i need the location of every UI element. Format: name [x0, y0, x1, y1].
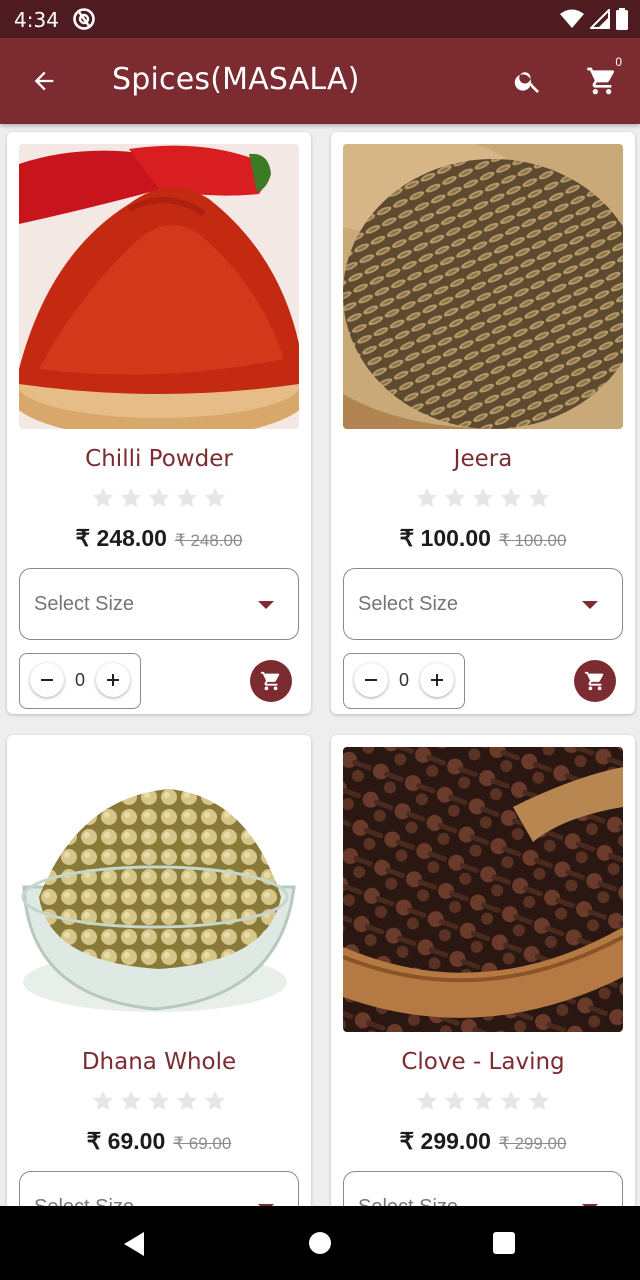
nav-home-icon[interactable]: [309, 1232, 331, 1254]
rating-stars: [331, 1089, 635, 1113]
star-icon: [529, 488, 549, 508]
star-icon: [473, 488, 493, 508]
star-icon: [417, 488, 437, 508]
decrement-button[interactable]: [30, 663, 64, 697]
cart-count-badge: 0: [615, 55, 622, 69]
increment-button[interactable]: [96, 663, 130, 697]
star-icon: [121, 1091, 141, 1111]
product-image-jeera[interactable]: [343, 144, 623, 429]
price: ₹ 299.00: [399, 1128, 491, 1154]
size-select-label: Select Size: [358, 593, 459, 615]
product-card[interactable]: Jeera ₹ 100.00 ₹ 100.00 Select Size 0: [331, 132, 635, 714]
battery-icon: [616, 8, 628, 30]
star-icon: [93, 488, 113, 508]
status-bar: 4:34: [0, 0, 640, 38]
product-grid: Chilli Powder ₹ 248.00 ₹ 248.00 Select S…: [0, 124, 640, 1206]
signal-icon: [590, 9, 610, 29]
search-button[interactable]: [506, 59, 550, 103]
minus-icon: [41, 679, 53, 681]
increment-button[interactable]: [420, 663, 454, 697]
product-image-dhana-whole[interactable]: [19, 747, 299, 1032]
add-to-cart-button[interactable]: [250, 660, 292, 702]
decrement-button[interactable]: [354, 663, 388, 697]
cart-icon: [587, 67, 615, 95]
size-select-label: Select Size: [358, 1196, 458, 1206]
product-card[interactable]: Clove - Laving ₹ 299.00 ₹ 299.00 Select …: [331, 735, 635, 1206]
price-row: ₹ 100.00 ₹ 100.00: [331, 525, 635, 552]
price: ₹ 100.00: [399, 525, 491, 551]
star-icon: [93, 1091, 113, 1111]
size-select[interactable]: Select Size: [343, 1171, 623, 1206]
minus-icon: [365, 679, 377, 681]
page-title: Spices(MASALA): [112, 62, 360, 97]
wifi-icon: [560, 9, 584, 28]
product-card[interactable]: Dhana Whole ₹ 69.00 ₹ 69.00 Select Size: [7, 735, 311, 1206]
status-indicators: [560, 8, 628, 30]
size-select-label: Select Size: [34, 593, 135, 615]
price-row: ₹ 69.00 ₹ 69.00: [7, 1128, 311, 1155]
product-card[interactable]: Chilli Powder ₹ 248.00 ₹ 248.00 Select S…: [7, 132, 311, 714]
star-icon: [501, 488, 521, 508]
mrp-price: ₹ 299.00: [498, 1134, 567, 1153]
star-icon: [445, 488, 465, 508]
product-name[interactable]: Jeera: [331, 446, 635, 472]
app-bar: Spices(MASALA) 0: [0, 38, 640, 124]
back-button[interactable]: [22, 59, 66, 103]
chevron-down-icon: [582, 601, 598, 609]
mrp-price: ₹ 248.00: [174, 531, 243, 550]
system-navigation-bar: [0, 1206, 640, 1280]
star-icon: [121, 488, 141, 508]
star-icon: [205, 1091, 225, 1111]
search-icon: [514, 72, 539, 93]
product-name[interactable]: Chilli Powder: [7, 446, 311, 472]
product-image-clove-laving[interactable]: [343, 747, 623, 1032]
star-icon: [529, 1091, 549, 1111]
price-row: ₹ 299.00 ₹ 299.00: [331, 1128, 635, 1155]
cart-icon: [260, 671, 280, 691]
add-to-cart-button[interactable]: [574, 660, 616, 702]
plus-icon: [107, 674, 119, 686]
mrp-price: ₹ 100.00: [498, 531, 567, 550]
price-row: ₹ 248.00 ₹ 248.00: [7, 525, 311, 552]
cart-button[interactable]: 0: [578, 55, 626, 103]
status-time: 4:34: [14, 8, 59, 32]
rating-stars: [7, 1089, 311, 1113]
size-select[interactable]: Select Size: [19, 568, 299, 640]
nav-back-icon[interactable]: [122, 1231, 146, 1257]
rating-stars: [7, 486, 311, 510]
chevron-down-icon: [258, 601, 274, 609]
star-icon: [149, 488, 169, 508]
star-icon: [445, 1091, 465, 1111]
rating-stars: [331, 486, 635, 510]
product-image-chilli-powder[interactable]: [19, 144, 299, 429]
size-select[interactable]: Select Size: [343, 568, 623, 640]
size-select[interactable]: Select Size: [19, 1171, 299, 1206]
price: ₹ 69.00: [86, 1128, 166, 1154]
star-icon: [417, 1091, 437, 1111]
nav-recents-icon[interactable]: [493, 1232, 515, 1254]
price: ₹ 248.00: [75, 525, 167, 551]
app-notification-icon: [73, 8, 95, 30]
plus-icon: [431, 674, 443, 686]
size-select-label: Select Size: [34, 1196, 134, 1206]
star-icon: [473, 1091, 493, 1111]
star-icon: [177, 488, 197, 508]
product-name[interactable]: Dhana Whole: [7, 1049, 311, 1075]
star-icon: [149, 1091, 169, 1111]
star-icon: [177, 1091, 197, 1111]
quantity-stepper: 0: [19, 653, 141, 709]
quantity-stepper: 0: [343, 653, 465, 709]
arrow-back-icon: [34, 71, 54, 91]
cart-icon: [584, 671, 604, 691]
mrp-price: ₹ 69.00: [173, 1134, 232, 1153]
star-icon: [501, 1091, 521, 1111]
product-name[interactable]: Clove - Laving: [331, 1049, 635, 1075]
star-icon: [205, 488, 225, 508]
